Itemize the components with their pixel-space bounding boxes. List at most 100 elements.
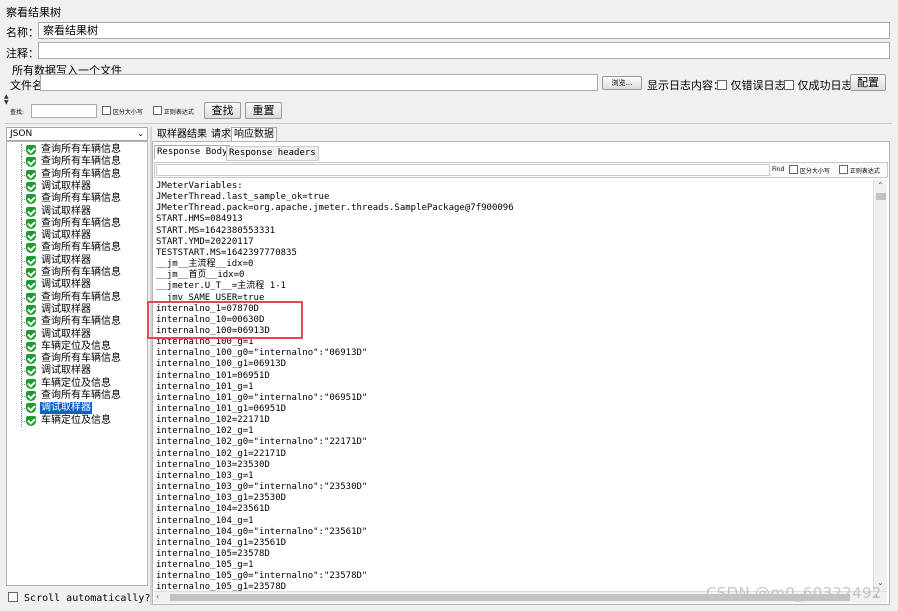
response-body-text[interactable]: JMeterVariables: JMeterThread.last_sample… [154,180,873,591]
tree-item-label: 查询所有车辆信息 [41,242,121,254]
regex-label: 正则表达式 [163,109,194,116]
reset-button[interactable]: 重置 [245,102,282,119]
response-line: internalno_104_g1=23561D [156,537,287,548]
response-line: internalno_102_g0="internalno":"22171D" [156,437,368,448]
configure-button[interactable]: 配置 [850,74,886,91]
response-line: START.MS=1642380553331 [156,225,276,236]
response-find-label: Find [772,166,785,173]
response-line: internalno_101_g0="internalno":"06951D" [156,392,368,403]
tree-connector [18,156,27,169]
response-case-label: 区分大小写 [799,168,830,175]
success-only-option[interactable]: 仅成功日志 [784,77,853,93]
case-sensitive-option[interactable]: 区分大小写 [102,106,143,116]
success-shield-icon [26,181,36,192]
success-shield-icon [26,329,36,340]
regex-option[interactable]: 正则表达式 [153,106,194,116]
response-line: internalno_103=23530D [156,459,270,470]
tree-item-label: 调试取样器 [41,303,91,315]
errors-only-option[interactable]: 仅错误日志 [717,77,786,93]
success-shield-icon [26,243,36,254]
success-shield-icon [26,304,36,315]
response-line: internalno_102=22171D [156,415,270,426]
comment-label: 注释： [6,47,39,60]
tree-connector [18,328,27,341]
chevron-down-icon[interactable]: ⌄ [137,128,144,140]
tab-request[interactable]: 请求 [209,128,233,141]
response-regex-checkbox[interactable] [839,165,848,174]
tree-item-label: 调试取样器 [41,205,91,217]
response-line: internalno_105_g1=23578D [156,582,287,591]
tree-connector [18,402,27,415]
tree-item-label: 调试取样器 [41,180,91,192]
success-shield-icon [26,231,36,242]
success-shield-icon [26,194,36,205]
response-line: internalno_100_g1=06913D [156,359,287,370]
success-shield-icon [26,255,36,266]
search-input[interactable] [31,104,97,118]
find-button[interactable]: 查找 [204,102,241,119]
tree-connector [18,168,27,181]
success-shield-icon [26,206,36,217]
tree-item-label: 车辆定位及信息 [41,377,111,389]
tree-item-label: 查询所有车辆信息 [41,353,121,365]
response-find-input[interactable] [156,164,770,176]
response-regex-label: 正则表达式 [849,168,880,175]
response-line: JMeterVariables: [156,181,243,191]
tree-connector [18,217,27,230]
tree-item-label: 查询所有车辆信息 [41,156,121,168]
success-shield-icon [26,403,36,414]
tree-connector [18,291,27,304]
response-line: JMeterThread.last_sample_ok=true [156,192,330,203]
response-line: __jm__主流程__idx=0 [156,259,254,270]
tree-item-label: 查询所有车辆信息 [41,144,121,155]
response-line: internalno_105_g=1 [156,560,254,571]
tree-item-label: 调试取样器 [41,230,91,242]
case-sensitive-label: 区分大小写 [112,109,143,116]
tab-response-data[interactable]: 响应数据 [231,127,277,141]
tree-item-label: 调试取样器 [41,254,91,266]
tree-connector [18,353,27,366]
tree-connector [18,230,27,243]
tab-response-headers[interactable]: Response headers [226,146,319,161]
results-tree[interactable]: 查询所有车辆信息 查询所有车辆信息 查询所有车辆信息 调试取样器 查询所有车辆信息 调试取… [6,141,148,586]
tree-connector [18,303,27,316]
browse-button[interactable]: 浏览... [602,76,642,90]
filename-field[interactable] [40,74,598,91]
tree-item-label: 查询所有车辆信息 [41,217,121,229]
renderer-select[interactable]: JSON ⌄ [6,127,148,141]
response-line: internalno_104=23561D [156,504,270,515]
errors-only-checkbox[interactable] [717,80,727,90]
name-field[interactable]: 察看结果树 [38,22,890,39]
tree-connector [18,279,27,292]
tree-connector [18,205,27,218]
response-line: internalno_102_g=1 [156,426,254,437]
case-sensitive-checkbox[interactable] [102,106,111,115]
scroll-left-icon[interactable]: ‹ [156,592,159,602]
tree-item-label: 车辆定位及信息 [41,340,111,352]
response-line: TESTSTART.MS=1642397770835 [156,247,297,258]
tree-connector [18,254,27,267]
scroll-auto-label: Scroll automatically? [24,593,151,604]
name-label: 名称： [6,26,39,39]
csdn-watermark: CSDN @m0_60322492 [706,584,882,602]
comment-field[interactable] [38,42,890,59]
tree-connector [18,180,27,193]
scroll-auto-option[interactable]: Scroll automatically? [8,592,150,604]
response-line: __jmeter.U_T__=主流程 1-1 [156,281,286,292]
scroll-up-icon[interactable]: ⌃ [877,181,884,191]
tree-item-label: 查询所有车辆信息 [41,316,121,328]
search-label: 查找: [10,109,25,116]
scroll-thumb[interactable] [876,193,886,200]
tab-response-body[interactable]: Response Body [154,145,231,159]
response-case-checkbox[interactable] [789,165,798,174]
success-only-checkbox[interactable] [784,80,794,90]
split-arrows-icon[interactable]: ▲ ▼ [4,94,9,106]
renderer-value: JSON [10,129,33,139]
regex-checkbox[interactable] [153,106,162,115]
response-case-option[interactable]: 区分大小写 [789,165,830,175]
tab-sampler-result[interactable]: 取样器结果 [155,128,209,141]
response-regex-option[interactable]: 正则表达式 [839,165,880,175]
tree-items: 查询所有车辆信息 查询所有车辆信息 查询所有车辆信息 调试取样器 查询所有车辆信息 调试取… [7,142,147,585]
scroll-auto-checkbox[interactable] [8,592,18,602]
response-scrollbar[interactable]: ⌃ ⌄ [873,180,887,591]
